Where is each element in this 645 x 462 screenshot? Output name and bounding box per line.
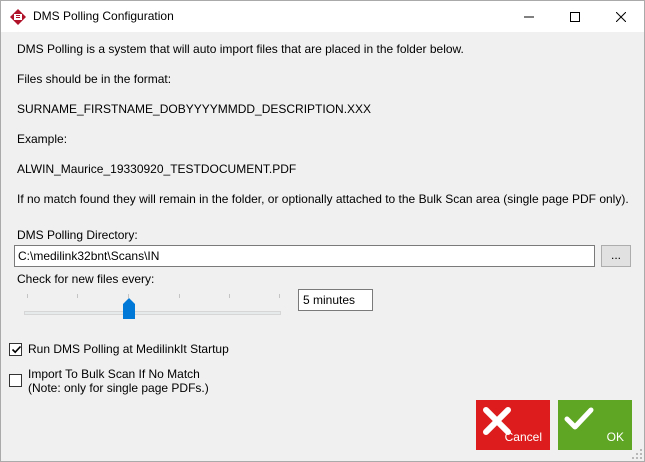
import-bulk-checkbox[interactable] — [9, 374, 22, 387]
browse-button[interactable]: ... — [601, 245, 631, 267]
cancel-label: Cancel — [504, 430, 542, 444]
ok-label: OK — [606, 430, 624, 444]
info-nomatch-text: If no match found they will remain in th… — [17, 192, 629, 206]
close-button[interactable] — [598, 1, 644, 32]
title-bar: DMS Polling Configuration — [1, 1, 644, 32]
window-title: DMS Polling Configuration — [33, 9, 174, 23]
maximize-icon — [570, 11, 580, 22]
interval-value-field[interactable]: 5 minutes — [298, 289, 373, 311]
minimize-icon — [524, 16, 534, 17]
slider-thumb[interactable] — [123, 298, 135, 319]
run-at-startup-checkbox[interactable] — [9, 343, 22, 356]
checkmark-icon — [11, 345, 22, 354]
import-bulk-note: (Note: only for single page PDFs.) — [28, 381, 209, 395]
info-example-heading: Example: — [17, 132, 68, 146]
slider-tick — [77, 294, 78, 298]
resize-grip-icon[interactable] — [632, 449, 642, 459]
slider-tick — [27, 294, 28, 298]
info-example-text: ALWIN_Maurice_19330920_TESTDOCUMENT.PDF — [17, 162, 297, 176]
run-at-startup-label: Run DMS Polling at MedilinkIt Startup — [28, 342, 229, 356]
interval-label: Check for new files every: — [17, 272, 155, 286]
app-icon — [10, 9, 26, 25]
directory-label: DMS Polling Directory: — [17, 228, 138, 242]
maximize-button[interactable] — [552, 1, 598, 32]
slider-track[interactable] — [24, 311, 281, 315]
slider-tick — [179, 294, 180, 298]
directory-input[interactable]: C:\medilink32bnt\Scans\IN — [14, 245, 595, 267]
checkmark-icon — [564, 407, 594, 430]
slider-tick — [279, 294, 280, 298]
dms-polling-window: DMS Polling Configuration DMS Polling is… — [0, 0, 645, 462]
ok-button[interactable]: OK — [558, 400, 632, 450]
info-format-heading: Files should be in the format: — [17, 72, 172, 86]
info-intro-text: DMS Polling is a system that will auto i… — [17, 42, 464, 56]
cancel-button[interactable]: Cancel — [476, 400, 550, 450]
info-format-text: SURNAME_FIRSTNAME_DOBYYYYMMDD_DESCRIPTIO… — [17, 102, 372, 116]
import-bulk-label: Import To Bulk Scan If No Match — [28, 367, 200, 381]
close-icon — [616, 11, 626, 22]
minimize-button[interactable] — [506, 1, 552, 32]
slider-tick — [229, 294, 230, 298]
